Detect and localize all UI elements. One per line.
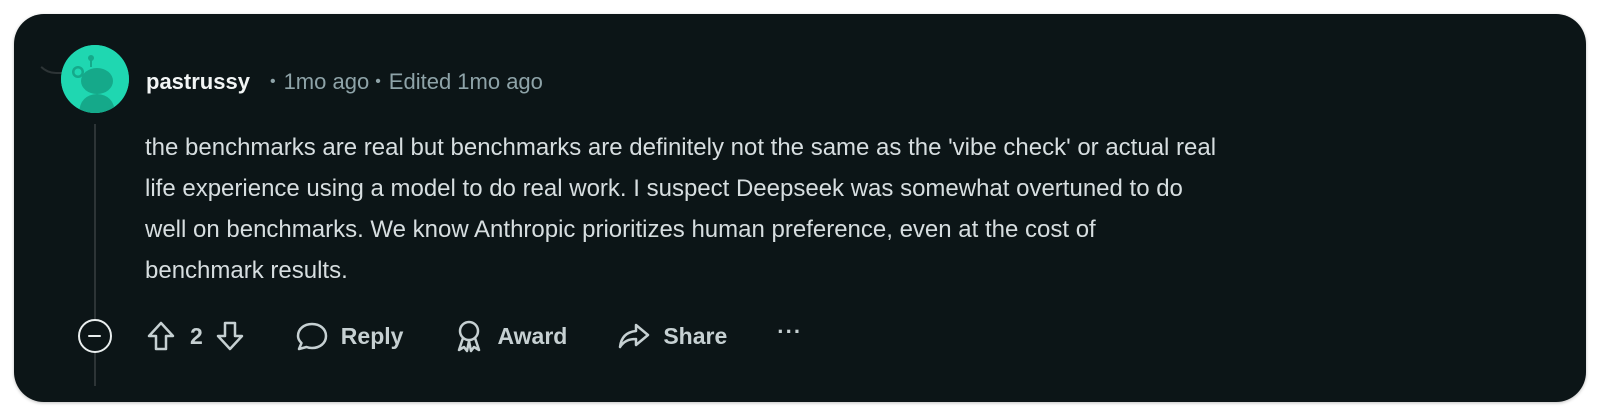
collapse-icon[interactable]: [78, 319, 112, 353]
award-label: Award: [497, 322, 568, 349]
comment-actions: 2 Reply Award Share ···: [76, 314, 802, 358]
reply-label: Reply: [340, 322, 404, 349]
username[interactable]: pastrussy: [146, 69, 250, 95]
award-ribbon-icon: [453, 319, 485, 353]
vote-group: 2: [146, 320, 245, 352]
share-label: Share: [663, 322, 728, 349]
share-button[interactable]: Share: [617, 321, 727, 351]
comment-header: pastrussy • 1mo ago • Edited 1mo ago: [146, 66, 543, 98]
comment-body-line: the benchmarks are real but benchmarks a…: [145, 134, 1217, 161]
avatar[interactable]: [61, 45, 129, 113]
separator-dot: •: [269, 73, 276, 90]
more-options-icon[interactable]: ···: [777, 319, 802, 345]
downvote-arrow-icon[interactable]: [215, 320, 245, 352]
comment-body-line: life experience using a model to do real…: [145, 175, 1183, 202]
edited-label: Edited 1mo ago: [388, 69, 543, 94]
share-arrow-icon: [617, 321, 651, 351]
posted-time[interactable]: 1mo ago: [284, 69, 370, 95]
comment-body-line: benchmark results.: [145, 257, 348, 284]
comment-card: pastrussy • 1mo ago • Edited 1mo ago the…: [14, 14, 1586, 402]
vote-count: 2: [190, 322, 203, 349]
comment-body-line: well on benchmarks. We know Anthropic pr…: [145, 216, 1096, 243]
reply-button[interactable]: Reply: [295, 320, 404, 352]
award-button[interactable]: Award: [453, 319, 567, 353]
reddit-snoo-icon: [61, 45, 129, 113]
speech-bubble-icon: [295, 320, 329, 352]
separator-dot: •: [375, 73, 381, 90]
upvote-arrow-icon[interactable]: [146, 320, 176, 352]
comment-body: the benchmarks are real but benchmarks a…: [145, 127, 1545, 291]
